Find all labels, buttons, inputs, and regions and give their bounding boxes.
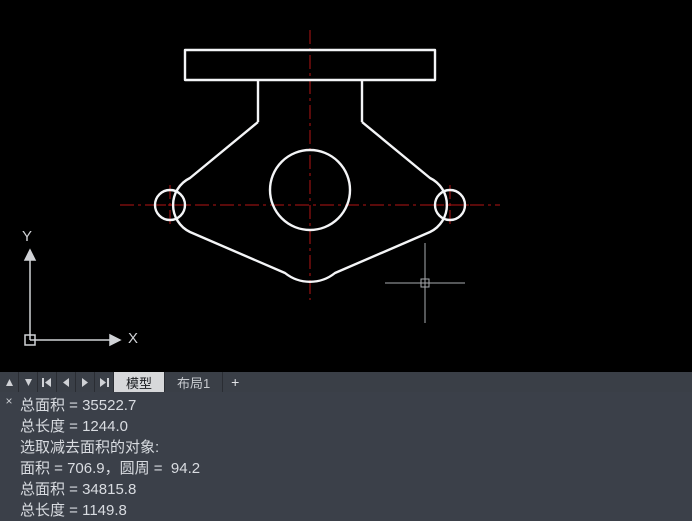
tabs-scroll-down-button[interactable] — [19, 372, 38, 392]
command-line: 选取减去面积的对象: — [20, 437, 688, 458]
command-line: 面积 = 706.9，圆周 = 94.2 — [20, 458, 688, 479]
tab-layout1[interactable]: 布局1 — [165, 372, 223, 392]
tab-layout1-label: 布局1 — [177, 373, 210, 392]
command-line: 总面积 = 35522.7 — [20, 395, 688, 416]
command-line: 总面积 = 34815.8 — [20, 479, 688, 500]
tab-model[interactable]: 模型 — [114, 372, 165, 392]
ucs-x-label: X — [128, 330, 138, 347]
tabs-next-button[interactable] — [76, 372, 95, 392]
tabs-prev-button[interactable] — [57, 372, 76, 392]
drawing-canvas[interactable]: X Y — [0, 0, 692, 372]
command-line: 总长度 = 1244.0 — [20, 416, 688, 437]
command-window[interactable]: × 总面积 = 35522.7 总长度 = 1244.0 选取减去面积的对象: … — [0, 392, 692, 521]
tab-add-button[interactable]: + — [223, 372, 247, 392]
command-window-close-button[interactable]: × — [2, 394, 16, 408]
layout-tab-bar: 模型 布局1 + — [0, 372, 692, 392]
command-line: 总长度 = 1149.8 — [20, 500, 688, 521]
tab-model-label: 模型 — [126, 373, 152, 392]
close-icon: × — [5, 394, 12, 408]
ucs-icon: X Y — [20, 230, 130, 350]
tab-add-label: + — [231, 374, 239, 390]
ucs-y-label: Y — [22, 228, 32, 245]
tabs-last-button[interactable] — [95, 372, 114, 392]
tabs-first-button[interactable] — [38, 372, 57, 392]
tabs-scroll-up-button[interactable] — [0, 372, 19, 392]
